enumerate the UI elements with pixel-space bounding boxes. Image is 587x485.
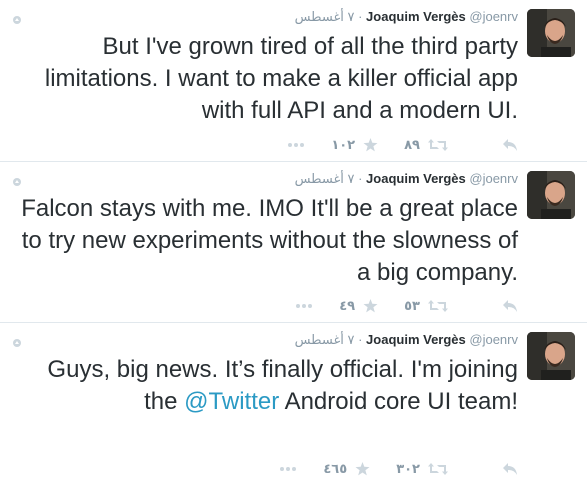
avatar[interactable] (527, 332, 575, 380)
pin-icon (12, 12, 22, 30)
tweet-text: But I've grown tired of all the third pa… (18, 31, 518, 127)
retweet-button[interactable]: ٥٣ (404, 298, 448, 314)
username[interactable]: @joenrv (469, 9, 518, 24)
tweet-text-content: But I've grown tired of all the third pa… (44, 33, 518, 124)
mention-link[interactable]: @Twitter (184, 388, 279, 415)
tweet-text-content: Guys, big news. It’s finally official. I… (47, 356, 518, 415)
favorite-button[interactable]: ٤٩ (339, 298, 378, 314)
avatar[interactable] (527, 171, 575, 219)
tweet-text: Falcon stays with me. IMO It'll be a gre… (18, 193, 518, 289)
separator-dot: · (358, 9, 363, 24)
tweet[interactable]: Joaquim Vergès @joenrv · ٧ أغسطس But I'v… (0, 0, 587, 162)
retweet-button[interactable]: ٨٩ (404, 137, 448, 153)
tweet-text-part: Android core UI team! (279, 388, 518, 415)
reply-button[interactable] (494, 299, 518, 313)
favorite-count: ٤٦٥ (323, 461, 348, 476)
tweet-header: Joaquim Vergès @joenrv · ٧ أغسطس (295, 8, 518, 25)
tweet-actions: ٥٣ ٤٩ (295, 297, 518, 315)
username[interactable]: @joenrv (469, 332, 518, 347)
timestamp[interactable]: ٧ أغسطس (295, 332, 355, 347)
retweet-count: ٣٠٢ (396, 461, 420, 476)
tweet[interactable]: Joaquim Vergès @joenrv · ٧ أغسطس Guys, b… (0, 323, 587, 485)
tweet[interactable]: Joaquim Vergès @joenrv · ٧ أغسطس Falcon … (0, 162, 587, 323)
star-icon (355, 462, 370, 476)
star-icon (363, 138, 378, 152)
retweet-icon (428, 138, 448, 152)
fullname[interactable]: Joaquim Vergès (366, 332, 466, 347)
fullname[interactable]: Joaquim Vergès (366, 9, 466, 24)
more-icon[interactable] (279, 466, 297, 472)
more-icon[interactable] (295, 303, 313, 309)
retweet-icon (428, 299, 448, 313)
pin-icon (12, 335, 22, 353)
tweet-header: Joaquim Vergès @joenrv · ٧ أغسطس (295, 170, 518, 187)
username[interactable]: @joenrv (469, 171, 518, 186)
reply-button[interactable] (494, 462, 518, 476)
pin-icon (12, 174, 22, 192)
retweet-count: ٥٣ (404, 298, 420, 313)
favorite-button[interactable]: ٤٦٥ (323, 461, 370, 477)
timestamp[interactable]: ٧ أغسطس (295, 171, 355, 186)
tweet-header: Joaquim Vergès @joenrv · ٧ أغسطس (295, 331, 518, 348)
avatar[interactable] (527, 9, 575, 57)
retweet-button[interactable]: ٣٠٢ (396, 461, 448, 477)
retweet-icon (428, 462, 448, 476)
timestamp[interactable]: ٧ أغسطس (295, 9, 355, 24)
fullname[interactable]: Joaquim Vergès (366, 171, 466, 186)
reply-icon (502, 462, 518, 476)
star-icon (363, 299, 378, 313)
tweet-text: Guys, big news. It’s finally official. I… (18, 354, 518, 418)
tweet-actions: ٣٠٢ ٤٦٥ (279, 460, 518, 478)
tweet-text-content: Falcon stays with me. IMO It'll be a gre… (21, 195, 518, 286)
timeline: Joaquim Vergès @joenrv · ٧ أغسطس But I'v… (0, 0, 587, 485)
separator-dot: · (358, 171, 363, 186)
reply-icon (502, 138, 518, 152)
retweet-count: ٨٩ (404, 137, 420, 152)
favorite-button[interactable]: ١٠٢ (331, 137, 378, 153)
more-icon[interactable] (287, 142, 305, 148)
reply-button[interactable] (494, 138, 518, 152)
favorite-count: ١٠٢ (331, 137, 356, 152)
tweet-actions: ٨٩ ١٠٢ (287, 136, 518, 154)
reply-icon (502, 299, 518, 313)
favorite-count: ٤٩ (339, 298, 356, 313)
separator-dot: · (358, 332, 363, 347)
